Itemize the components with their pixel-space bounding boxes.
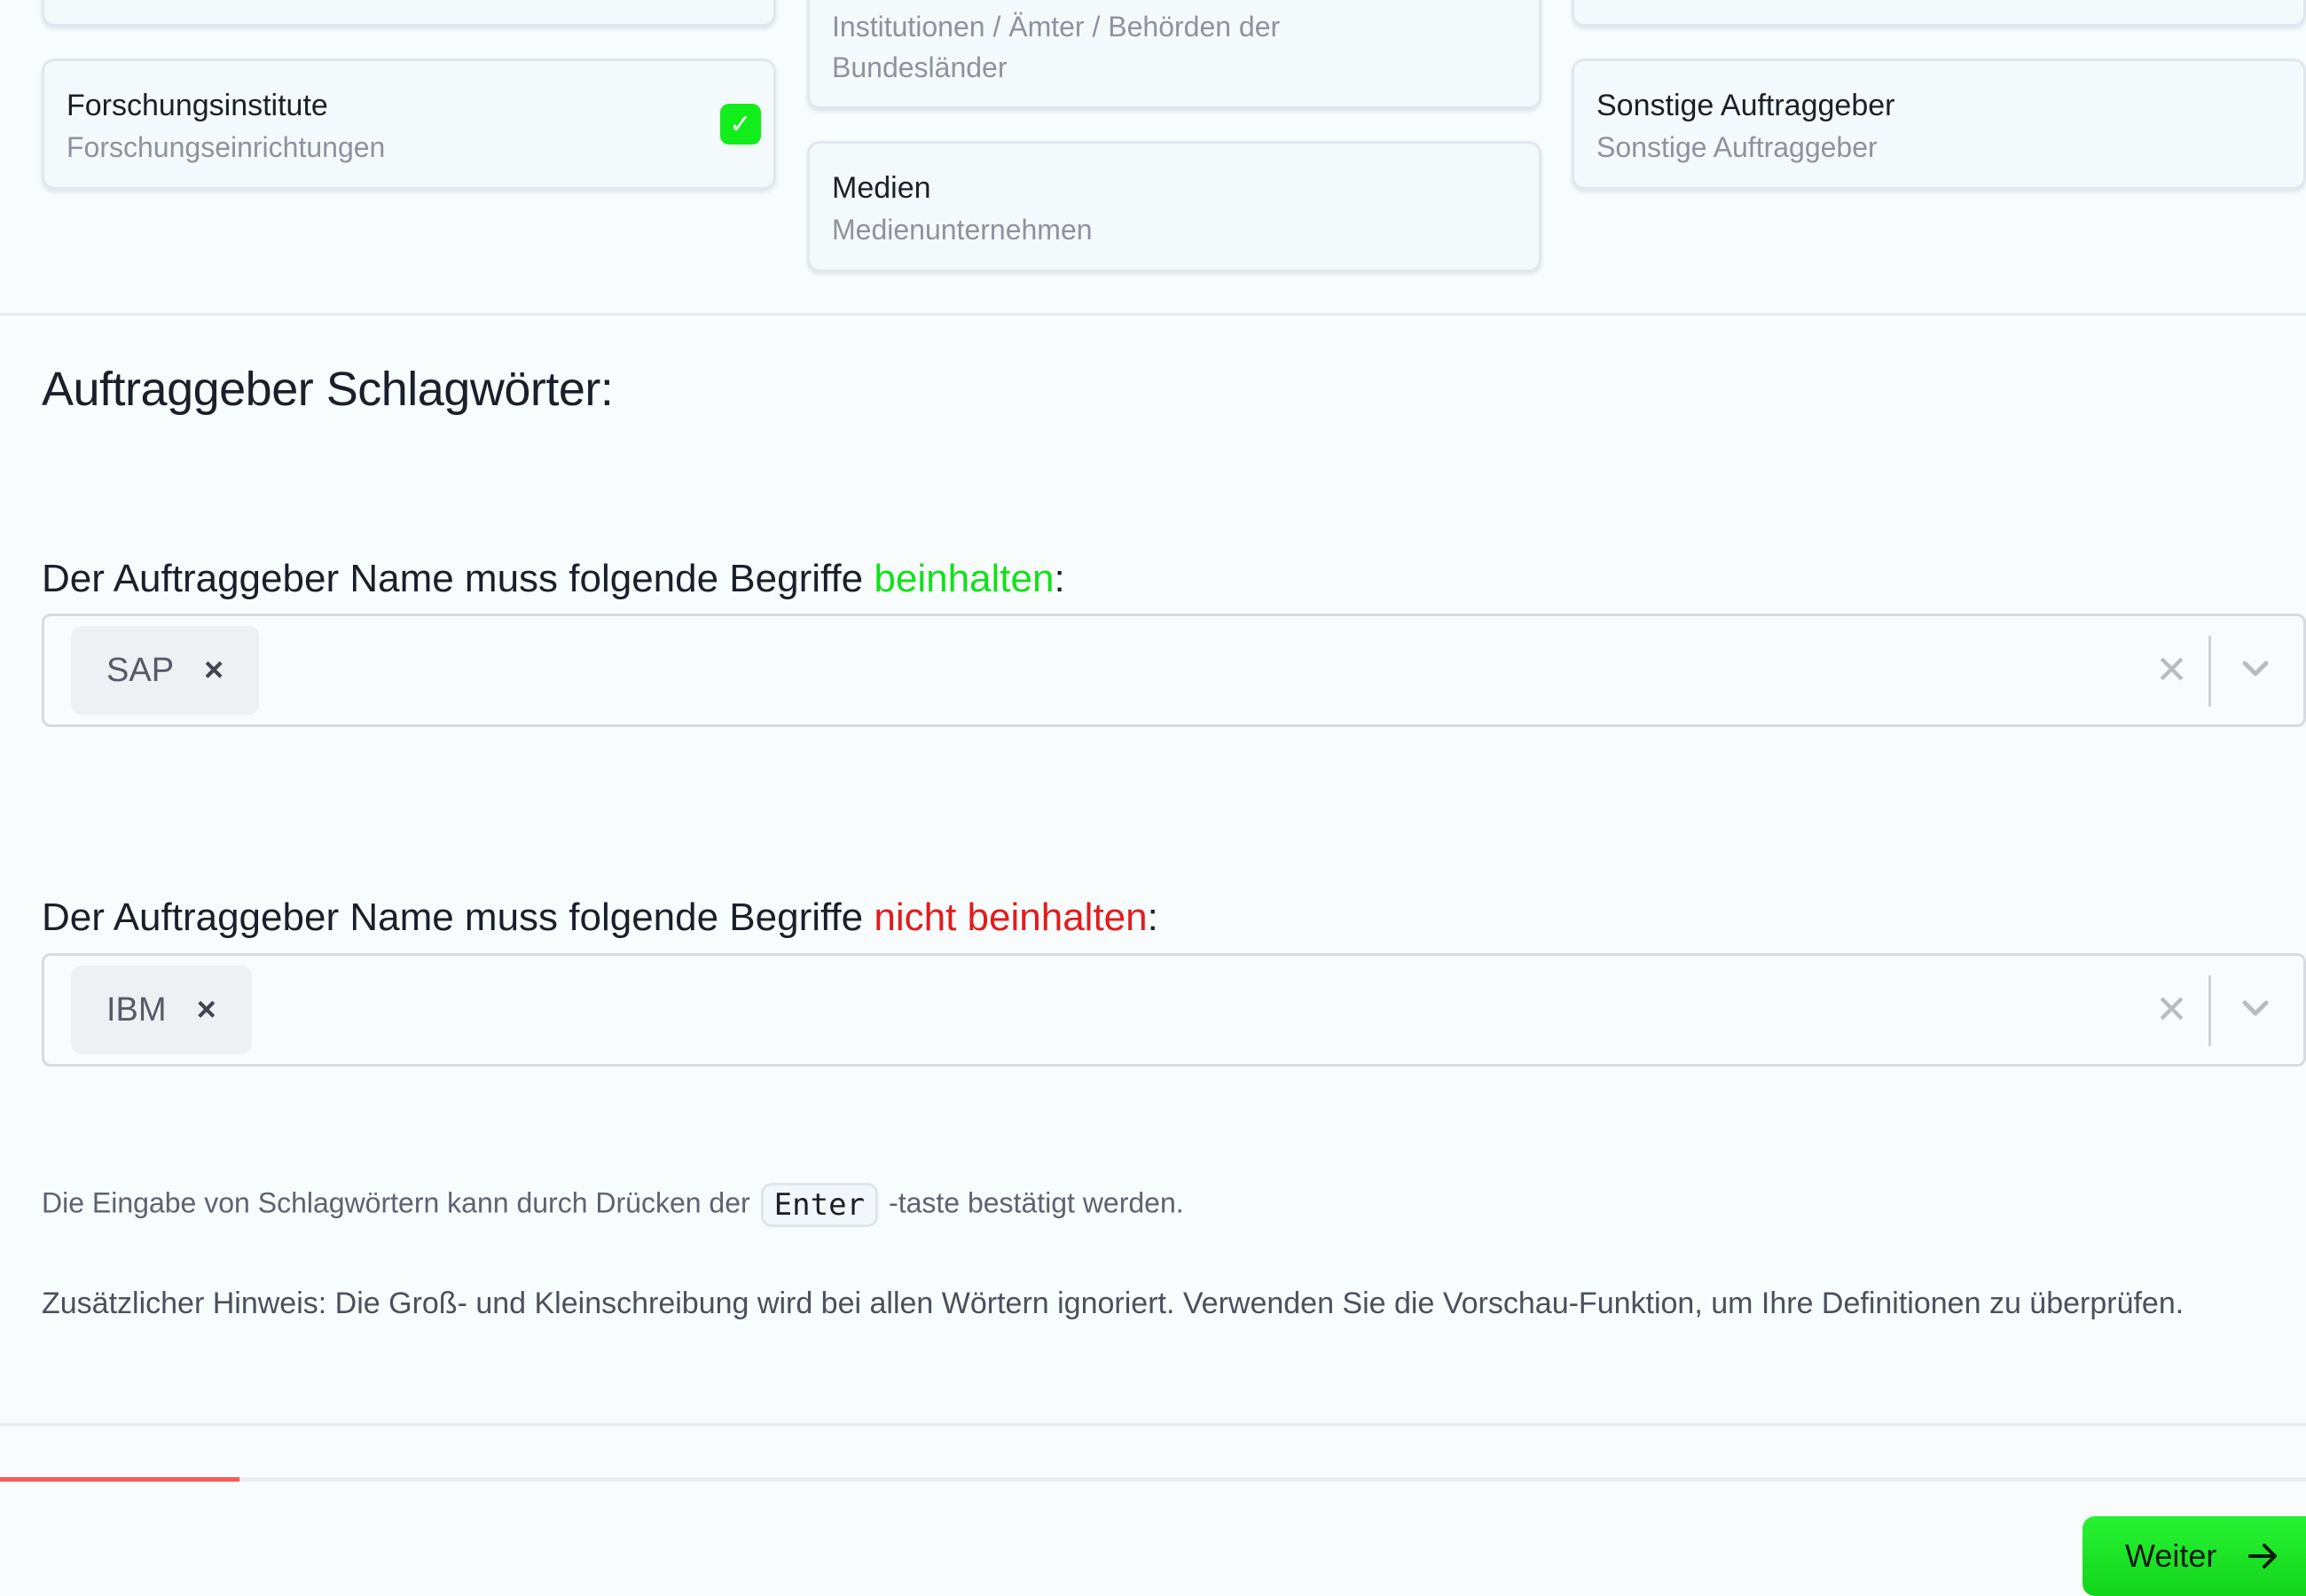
next-button-label: Weiter bbox=[2125, 1537, 2217, 1574]
enter-key: Enter bbox=[760, 1183, 879, 1227]
category-card-institutionen[interactable]: Institutionen / Ämter / Behörden der Bun… bbox=[807, 0, 1541, 109]
indicator-separator bbox=[2208, 975, 2211, 1046]
progress-fill bbox=[0, 1477, 240, 1482]
category-card-partial-left[interactable] bbox=[42, 0, 776, 27]
include-label: Der Auftraggeber Name muss folgende Begr… bbox=[42, 557, 1065, 601]
card-subtitle: Institutionen / Ämter / Behörden der bbox=[832, 11, 1281, 43]
additional-note: Zusätzlicher Hinweis: Die Groß- und Klei… bbox=[42, 1287, 2184, 1320]
remove-tag-icon[interactable]: × bbox=[204, 652, 224, 690]
progress-bar bbox=[0, 1477, 2306, 1482]
chevron-down-icon[interactable] bbox=[2238, 990, 2273, 1026]
page: Institutionen / Ämter / Behörden der Bun… bbox=[0, 0, 2306, 1596]
exclude-label-prefix: Der Auftraggeber Name muss folgende Begr… bbox=[42, 896, 875, 939]
checkmark-icon: ✓ bbox=[720, 104, 761, 145]
exclude-label-highlight: nicht beinhalten bbox=[874, 896, 1148, 939]
card-subtitle: Medienunternehmen bbox=[832, 214, 1093, 246]
exclude-label: Der Auftraggeber Name muss folgende Begr… bbox=[42, 896, 1158, 940]
tag-chip: SAP × bbox=[71, 626, 260, 715]
exclude-keywords-input[interactable]: IBM × ✕ bbox=[42, 953, 2306, 1067]
exclude-label-suffix: : bbox=[1147, 896, 1158, 939]
card-title: Sonstige Auftraggeber bbox=[1596, 89, 1895, 122]
clear-all-icon[interactable]: ✕ bbox=[2155, 648, 2188, 693]
card-subtitle: Forschungseinrichtungen bbox=[67, 131, 386, 163]
hint-after: -taste bestätigt werden. bbox=[889, 1186, 1184, 1219]
category-card-medien[interactable]: Medien Medienunternehmen bbox=[807, 141, 1541, 272]
include-keywords-input[interactable]: SAP × ✕ bbox=[42, 614, 2306, 727]
footer-divider bbox=[0, 1423, 2306, 1426]
clear-all-icon[interactable]: ✕ bbox=[2155, 988, 2188, 1033]
include-label-highlight: beinhalten bbox=[874, 557, 1055, 600]
category-card-forschungsinstitute[interactable]: Forschungsinstitute Forschungseinrichtun… bbox=[42, 59, 776, 190]
enter-hint: Die Eingabe von Schlagwörtern kann durch… bbox=[42, 1183, 1184, 1227]
chevron-down-icon[interactable] bbox=[2238, 651, 2273, 686]
tag-label: SAP bbox=[106, 651, 175, 689]
section-divider bbox=[0, 313, 2306, 316]
card-title: Forschungsinstitute bbox=[67, 89, 328, 122]
tag-chip: IBM × bbox=[71, 966, 252, 1054]
card-subtitle: Sonstige Auftraggeber bbox=[1596, 131, 1878, 163]
card-subtitle-line2: Bundesländer bbox=[832, 51, 1008, 83]
include-label-prefix: Der Auftraggeber Name muss folgende Begr… bbox=[42, 557, 875, 600]
card-title: Medien bbox=[832, 171, 931, 205]
next-button[interactable]: Weiter bbox=[2082, 1516, 2306, 1596]
category-card-partial-right[interactable] bbox=[1572, 0, 2306, 27]
tag-label: IBM bbox=[106, 990, 167, 1029]
remove-tag-icon[interactable]: × bbox=[197, 991, 216, 1029]
indicator-separator bbox=[2208, 636, 2211, 707]
arrow-right-icon bbox=[2248, 1544, 2278, 1569]
include-label-suffix: : bbox=[1054, 557, 1065, 600]
hint-before: Die Eingabe von Schlagwörtern kann durch… bbox=[42, 1186, 750, 1219]
section-title: Auftraggeber Schlagwörter: bbox=[42, 363, 614, 416]
category-card-sonstige[interactable]: Sonstige Auftraggeber Sonstige Auftragge… bbox=[1572, 59, 2306, 190]
